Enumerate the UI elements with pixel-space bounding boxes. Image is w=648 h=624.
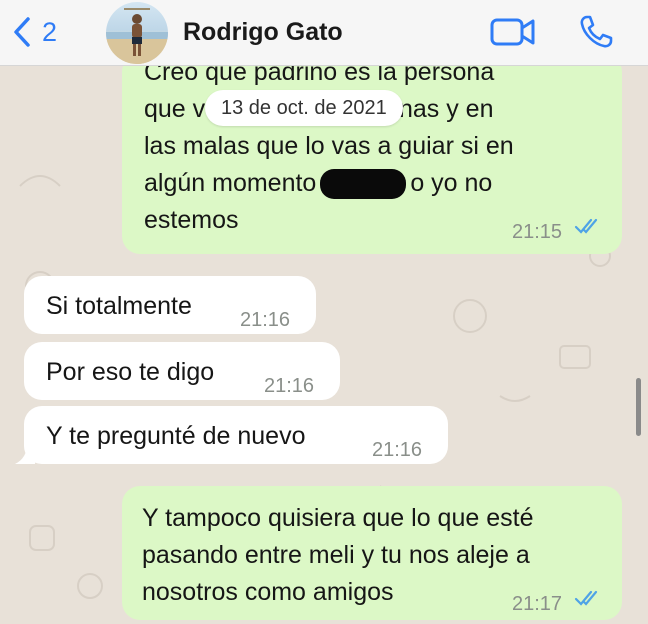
chevron-left-icon — [14, 17, 30, 47]
message-incoming[interactable]: Y te pregunté de nuevo 21:16 — [15, 406, 448, 464]
message-incoming[interactable]: Por eso te digo 21:16 — [24, 342, 340, 400]
message-text: Si totalmente — [46, 292, 192, 320]
phone-icon — [580, 15, 613, 48]
redaction-mark — [320, 169, 407, 200]
message-list[interactable]: Creo que padrino es la persona que v uena… — [0, 66, 648, 624]
message-text: Creo que padrino es la persona — [144, 66, 495, 86]
message-text: algún momento — [144, 169, 317, 197]
message-time: 21:16 — [264, 375, 315, 397]
message-text: que v — [144, 95, 206, 123]
message-incoming[interactable]: Si totalmente 21:16 — [24, 276, 316, 334]
video-camera-icon — [490, 18, 535, 46]
message-text: Y te pregunté de nuevo — [46, 422, 306, 450]
back-button[interactable]: 2 — [12, 12, 57, 52]
scrollbar[interactable] — [636, 378, 641, 436]
double-check-icon — [574, 218, 598, 234]
avatar[interactable] — [106, 2, 168, 64]
date-separator: 13 de oct. de 2021 — [205, 90, 403, 126]
contact-name[interactable]: Rodrigo Gato — [183, 18, 343, 47]
message-text: Por eso te digo — [46, 358, 215, 386]
video-call-button[interactable] — [490, 14, 536, 55]
double-check-icon — [574, 590, 598, 606]
chat-header: 2 Rodrigo Gato — [0, 0, 648, 66]
message-time: 21:15 — [512, 221, 563, 243]
message-text: las malas que lo vas a guiar si en — [144, 132, 514, 160]
message-outgoing[interactable]: Y tampoco quisiera que lo que esté pasan… — [122, 486, 622, 620]
message-time: 21:16 — [372, 439, 423, 461]
unread-count: 2 — [42, 16, 58, 47]
voice-call-button[interactable] — [578, 14, 614, 55]
message-text: pasando entre meli y tu nos aleje a — [142, 541, 530, 569]
message-time: 21:17 — [512, 593, 563, 615]
bubble-tail — [15, 444, 35, 464]
message-text: o yo no — [410, 169, 493, 197]
message-text-line: algún momento o yo no — [144, 165, 600, 202]
message-time: 21:16 — [240, 309, 291, 331]
message-text: Y tampoco quisiera que lo que esté — [142, 504, 534, 532]
